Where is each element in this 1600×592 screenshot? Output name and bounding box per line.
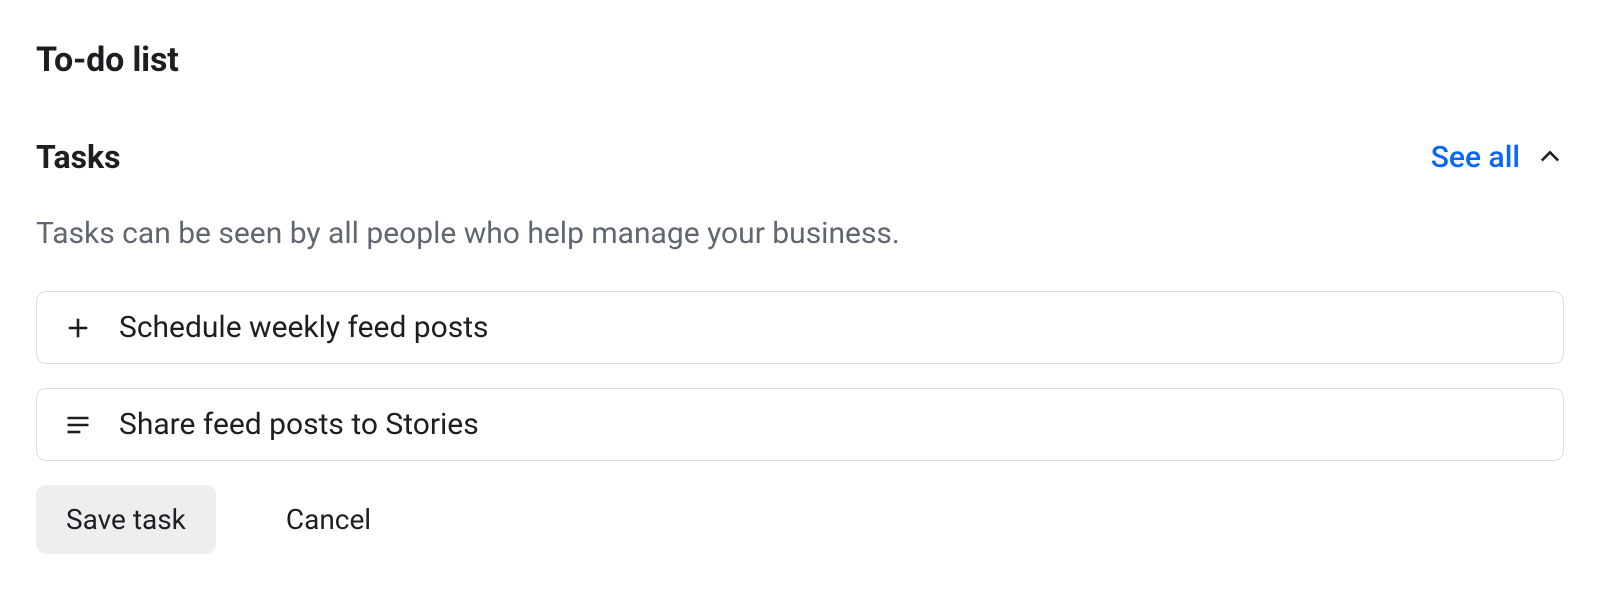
see-all-label: See all [1431,140,1520,175]
tasks-helper-text: Tasks can be seen by all people who help… [36,216,1564,251]
see-all-link[interactable]: See all [1431,140,1564,175]
save-task-button[interactable]: Save task [36,485,216,554]
page-title: To-do list [36,40,1564,80]
task-details-text: Share feed posts to Stories [119,407,479,442]
tasks-title: Tasks [36,138,121,176]
tasks-section-header: Tasks See all [36,138,1564,176]
plus-icon [63,313,93,343]
task-title-text: Schedule weekly feed posts [119,310,489,345]
task-title-input[interactable]: Schedule weekly feed posts [36,291,1564,364]
task-details-input[interactable]: Share feed posts to Stories [36,388,1564,461]
chevron-up-icon [1536,143,1564,171]
task-button-row: Save task Cancel [36,485,1564,554]
notes-icon [63,410,93,440]
cancel-button[interactable]: Cancel [256,485,401,554]
